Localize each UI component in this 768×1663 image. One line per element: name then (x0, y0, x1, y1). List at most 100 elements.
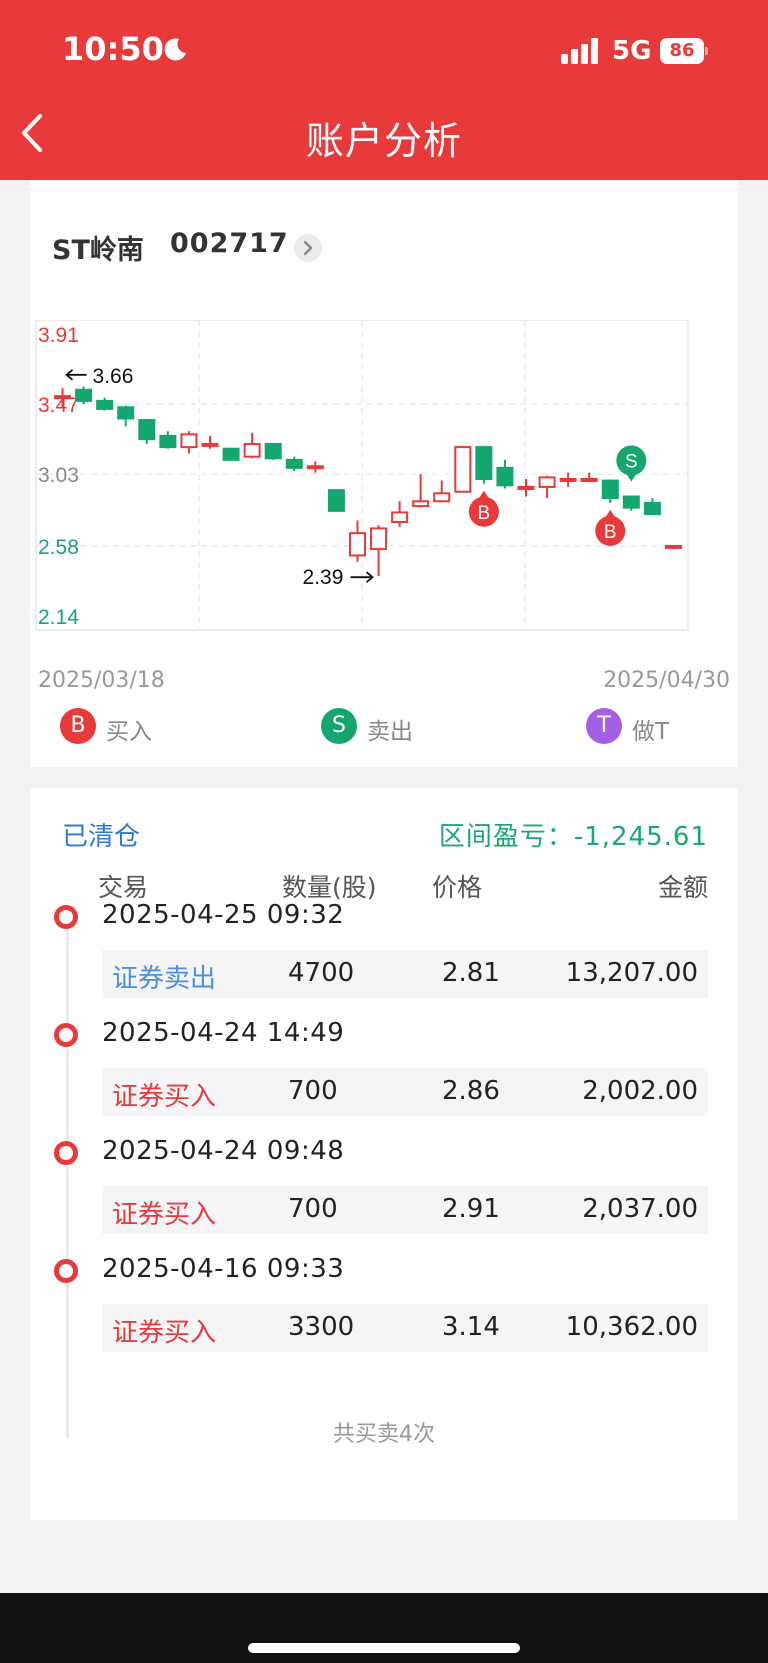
app-header: 10:50 5G 86 账户分析 (0, 0, 768, 180)
trade-price: 2.91 (442, 1194, 500, 1224)
home-bar (0, 1593, 768, 1663)
trade-row: 证券卖出 4700 2.81 13,207.00 (102, 950, 708, 998)
chevron-right-icon[interactable] (294, 234, 322, 262)
trade-price: 2.86 (442, 1076, 500, 1106)
period-pl: 区间盈亏：-1,245.61 (439, 816, 708, 853)
signal-icon (561, 38, 598, 64)
candle-body (138, 419, 156, 441)
sell-badge-icon: S (321, 708, 357, 744)
candle-body (180, 433, 198, 449)
trade-qty: 3300 (288, 1312, 355, 1342)
trade-row: 证券买入 700 2.91 2,037.00 (102, 1186, 708, 1234)
network-type: 5G (612, 36, 652, 66)
candle-body (454, 446, 472, 493)
candle-body (306, 465, 324, 470)
legend-sell-label: 卖出 (367, 719, 413, 745)
candle-body (538, 476, 556, 488)
period-pl-value: -1,245.61 (573, 822, 708, 852)
y-tick-label: 2.14 (38, 606, 79, 629)
buy-badge-icon: B (60, 708, 96, 744)
y-tick-label: 3.91 (38, 324, 79, 347)
trade-type: 证券买入 (112, 1200, 217, 1230)
trades-card: 已清仓 区间盈亏：-1,245.61 交易 数量(股) 价格 金额 2025-0… (30, 788, 738, 1520)
x-end-label: 2025/04/30 (603, 668, 730, 693)
marker-letter: B (604, 522, 617, 543)
trade-row: 证券买入 3300 3.14 10,362.00 (102, 1304, 708, 1352)
stock-chart-card: ST岭南 002717 3.91 3.47 3.03 2.58 2.14 3.66 2.39… (30, 180, 738, 767)
trade-price: 3.14 (442, 1312, 500, 1342)
trade-row: 证券买入 700 2.86 2,002.00 (102, 1068, 708, 1116)
candle-body (75, 388, 93, 402)
stock-code[interactable]: 002717 (170, 228, 289, 259)
x-start-label: 2025/03/18 (38, 668, 165, 693)
trade-amount: 13,207.00 (565, 958, 698, 988)
candle-body (496, 466, 514, 487)
timeline-dot-icon (54, 1141, 78, 1165)
trade-time: 2025-04-16 09:33 (102, 1254, 345, 1284)
timeline-dot-icon (54, 1259, 78, 1283)
battery-icon: 86 (660, 38, 708, 64)
trade-price: 2.81 (442, 958, 500, 988)
position-status: 已清仓 (62, 822, 141, 852)
trade-entry[interactable]: 2025-04-25 09:32 证券卖出 4700 2.81 13,207.0… (30, 898, 738, 1008)
candle-body (222, 447, 240, 461)
kline-chart[interactable]: 3.913.473.032.582.143.662.39BBS (30, 320, 738, 680)
trade-type: 证券买入 (112, 1082, 217, 1112)
trade-time: 2025-04-24 14:49 (102, 1018, 345, 1048)
candle-body (159, 434, 177, 449)
status-time: 10:50 (62, 30, 164, 68)
trade-type: 证券卖出 (112, 964, 217, 994)
timeline-dot-icon (54, 1023, 78, 1047)
t-badge-icon: T (586, 708, 622, 744)
candle-body (412, 500, 430, 508)
candle-body (664, 544, 682, 549)
trade-entry[interactable]: 2025-04-24 14:49 证券买入 700 2.86 2,002.00 (30, 1016, 738, 1126)
trade-amount: 2,037.00 (582, 1194, 698, 1224)
candle-body (54, 395, 72, 400)
trade-entry[interactable]: 2025-04-16 09:33 证券买入 3300 3.14 10,362.0… (30, 1252, 738, 1362)
trade-time: 2025-04-25 09:32 (102, 900, 345, 930)
marker-letter: B (478, 503, 491, 524)
candle-body (201, 442, 219, 447)
low-label: 2.39 (303, 566, 344, 589)
period-pl-label: 区间盈亏： (438, 822, 574, 852)
home-indicator[interactable] (248, 1643, 520, 1653)
legend-buy-label: 买入 (106, 719, 152, 745)
trade-qty: 700 (288, 1194, 338, 1224)
timeline-dot-icon (54, 905, 78, 929)
candle-body (475, 446, 493, 480)
page-title: 账户分析 (305, 119, 462, 163)
candle-body (643, 501, 661, 516)
candle-body (243, 442, 261, 458)
trade-count: 共买卖4次 (333, 1422, 435, 1447)
trade-qty: 700 (288, 1076, 338, 1106)
candle-body (433, 492, 451, 503)
trade-time: 2025-04-24 09:48 (102, 1136, 345, 1166)
high-label: 3.66 (93, 365, 134, 388)
candle-body (391, 511, 409, 523)
trade-amount: 2,002.00 (582, 1076, 698, 1106)
candle-body (285, 458, 303, 469)
trade-amount: 10,362.00 (565, 1312, 698, 1342)
y-tick-label: 3.03 (38, 464, 79, 487)
candle-body (517, 485, 535, 490)
candle-body (348, 532, 366, 557)
trade-entry[interactable]: 2025-04-24 09:48 证券买入 700 2.91 2,037.00 (30, 1134, 738, 1244)
candle-body (559, 477, 577, 482)
y-tick-label: 2.58 (38, 536, 79, 559)
trade-type: 证券买入 (112, 1318, 217, 1348)
candle-body (601, 479, 619, 500)
candle-body (96, 399, 114, 410)
moon-icon (164, 38, 186, 61)
legend-t-label: 做T (632, 719, 670, 745)
candle-body (622, 495, 640, 509)
candle-body (327, 489, 345, 512)
candle-body (580, 477, 598, 482)
candle-body (370, 527, 388, 551)
candle-body (117, 406, 135, 420)
battery-level: 86 (660, 38, 704, 64)
marker-letter: S (625, 452, 638, 473)
candle-body (264, 442, 282, 460)
trade-qty: 4700 (288, 958, 355, 988)
stock-name[interactable]: ST岭南 (52, 228, 144, 267)
